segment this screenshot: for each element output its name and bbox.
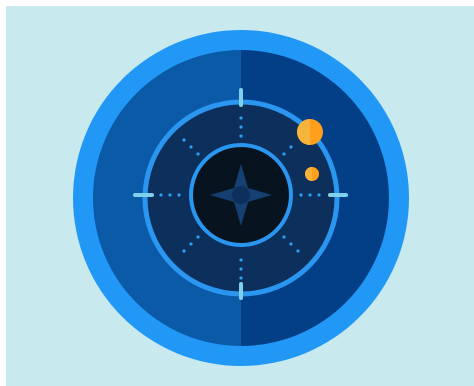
- radar-illustration: [6, 6, 474, 386]
- radar-blip-small-icon: [305, 167, 319, 181]
- radar-blip-icon: [297, 119, 323, 145]
